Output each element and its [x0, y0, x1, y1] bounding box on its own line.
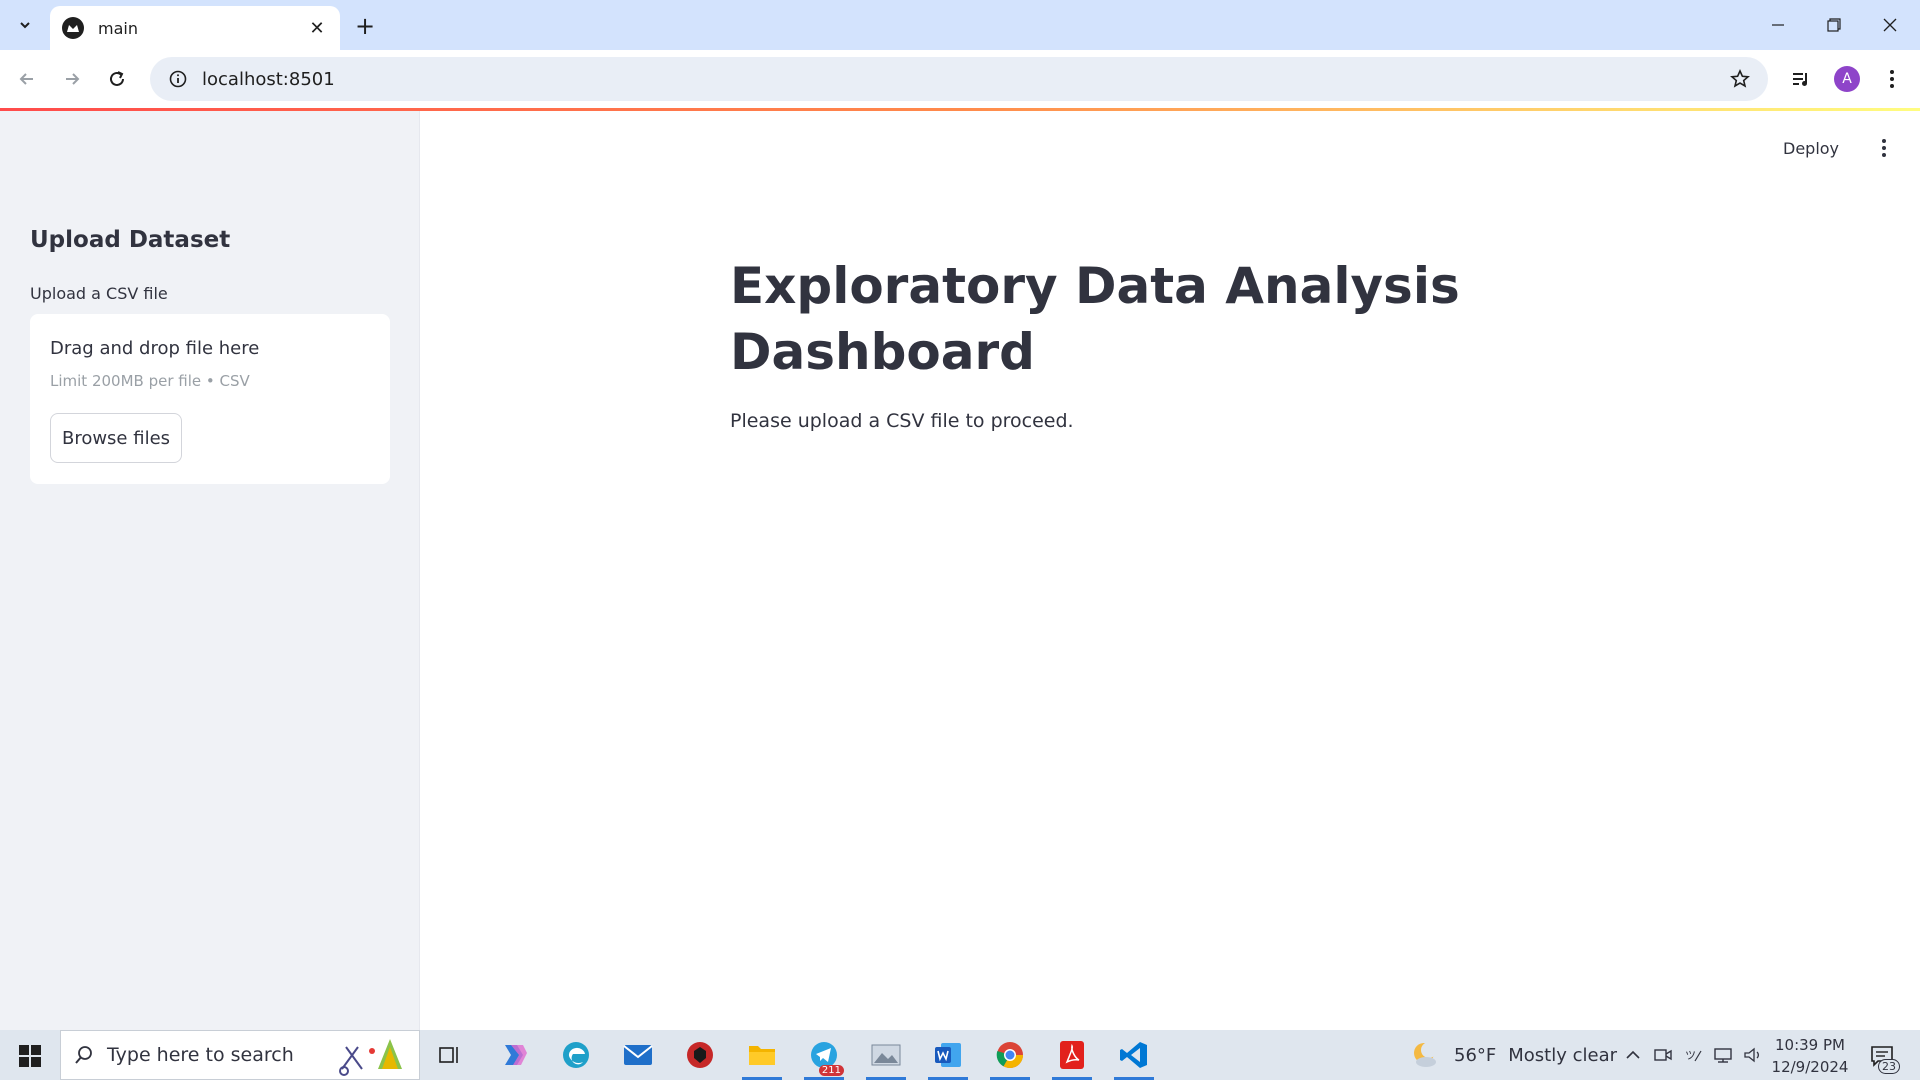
taskbar-telegram[interactable]: 211 [798, 1030, 850, 1080]
dropzone-title: Drag and drop file here [50, 338, 260, 359]
close-window-button[interactable] [1862, 0, 1918, 50]
taskbar-mail[interactable] [612, 1030, 664, 1080]
edge-icon [563, 1042, 589, 1068]
chevron-down-icon [18, 17, 32, 36]
media-control-button[interactable] [1783, 61, 1819, 97]
clock-time: 10:39 PM [1775, 1036, 1845, 1054]
page-title: Exploratory Data Analysis Dashboard [730, 257, 1460, 381]
close-icon [1883, 18, 1897, 32]
arrow-right-icon [66, 73, 80, 85]
antivirus-icon [687, 1042, 713, 1068]
minimize-button[interactable] [1750, 0, 1806, 50]
back-button[interactable] [9, 61, 45, 97]
tray-network[interactable] [1710, 1030, 1736, 1080]
taskbar-clock[interactable]: 10:39 PM 12/9/2024 [1770, 1034, 1850, 1078]
browser-tab-strip: main ✕ + [0, 0, 1920, 50]
forward-button[interactable] [54, 61, 90, 97]
tray-meet-now[interactable] [1650, 1030, 1676, 1080]
tray-volume[interactable] [1740, 1030, 1766, 1080]
task-view-button[interactable] [424, 1030, 476, 1080]
address-bar[interactable]: localhost:8501 [150, 57, 1768, 101]
browser-tab-main[interactable]: main ✕ [50, 6, 340, 50]
tab-search-button[interactable] [10, 11, 40, 41]
taskbar-search-placeholder: Type here to search [107, 1044, 294, 1066]
start-button[interactable] [10, 1038, 50, 1074]
deploy-button[interactable]: Deploy [1783, 139, 1839, 158]
sidebar: Upload Dataset Upload a CSV file Drag an… [0, 111, 420, 1030]
sidebar-heading: Upload Dataset [30, 227, 231, 253]
notification-center-button[interactable]: 23 [1862, 1040, 1902, 1074]
mail-icon [623, 1045, 653, 1065]
browser-menu-button[interactable] [1874, 61, 1910, 97]
search-highlight-icon [329, 1032, 419, 1078]
taskbar-edge[interactable] [550, 1030, 602, 1080]
taskbar-vscode[interactable] [1108, 1030, 1160, 1080]
streamlit-favicon-icon [62, 17, 84, 39]
svg-text:ツ: ツ [1685, 1049, 1696, 1062]
reload-icon [110, 71, 124, 86]
telegram-badge: 211 [818, 1065, 844, 1076]
taskbar-app-red[interactable] [674, 1030, 726, 1080]
keyboard-language-icon: ツ [1685, 1049, 1702, 1062]
profile-button[interactable]: A [1829, 61, 1865, 97]
taskbar-acrobat[interactable] [1046, 1030, 1098, 1080]
speaker-icon [1744, 1047, 1759, 1063]
bookmark-star-icon[interactable] [1720, 59, 1760, 99]
weather-description: Mostly clear [1508, 1044, 1618, 1066]
taskbar-photos[interactable] [860, 1030, 912, 1080]
windows-logo-icon [19, 1045, 41, 1067]
vscode-icon [1120, 1042, 1147, 1068]
tab-close-icon[interactable]: ✕ [306, 17, 328, 39]
uploader-label: Upload a CSV file [30, 284, 168, 303]
weather-temperature: 56°F [1454, 1044, 1497, 1066]
restore-icon [1827, 18, 1841, 32]
arrow-left-icon [19, 73, 33, 85]
tab-title: main [98, 18, 138, 38]
notification-count: 23 [1878, 1059, 1900, 1074]
taskbar-word[interactable] [922, 1030, 974, 1080]
site-info-icon[interactable] [156, 57, 200, 101]
taskbar-chrome[interactable] [984, 1030, 1036, 1080]
moon-cloud-icon [1414, 1042, 1437, 1067]
avatar: A [1834, 66, 1860, 92]
kebab-menu-icon [1890, 70, 1894, 88]
reload-button[interactable] [99, 61, 135, 97]
folder-icon [749, 1046, 775, 1065]
file-dropzone[interactable]: Drag and drop file here Limit 200MB per … [30, 314, 390, 484]
restore-button[interactable] [1806, 0, 1862, 50]
new-tab-button[interactable]: + [350, 11, 380, 41]
word-icon [935, 1043, 961, 1067]
taskbar-search-box[interactable]: Type here to search [60, 1030, 420, 1080]
photos-icon [871, 1044, 901, 1066]
taskbar-file-explorer[interactable] [736, 1030, 788, 1080]
minimize-icon [1772, 24, 1784, 26]
taskbar-copilot[interactable] [488, 1030, 540, 1080]
acrobat-icon [1060, 1041, 1084, 1069]
dropzone-limit: Limit 200MB per file • CSV [50, 372, 250, 390]
task-view-icon [439, 1047, 458, 1063]
tray-input-method[interactable]: ツ [1680, 1030, 1706, 1080]
chevron-up-icon [1626, 1050, 1640, 1059]
info-message: Please upload a CSV file to proceed. [730, 410, 1074, 432]
network-icon [1714, 1048, 1732, 1063]
app-menu-button[interactable] [1869, 133, 1899, 163]
windows-taskbar: Type here to search 211 56°F Mostly clea… [0, 1030, 1920, 1080]
url-text[interactable]: localhost:8501 [202, 69, 1720, 90]
kebab-menu-icon [1882, 139, 1886, 157]
clock-date: 12/9/2024 [1771, 1058, 1849, 1076]
camera-icon [1654, 1049, 1672, 1061]
show-hidden-icons-button[interactable] [1620, 1030, 1646, 1080]
weather-widget[interactable]: 56°F Mostly clear [1410, 1030, 1617, 1080]
browse-files-button[interactable]: Browse files [50, 413, 182, 463]
chrome-icon [996, 1042, 1024, 1069]
playlist-music-icon [1793, 73, 1807, 86]
plus-icon: + [354, 12, 376, 40]
search-icon [61, 1045, 107, 1065]
copilot-icon [505, 1045, 527, 1065]
browser-toolbar: localhost:8501 A [0, 50, 1920, 108]
main-content: Deploy Exploratory Data Analysis Dashboa… [421, 111, 1920, 1030]
